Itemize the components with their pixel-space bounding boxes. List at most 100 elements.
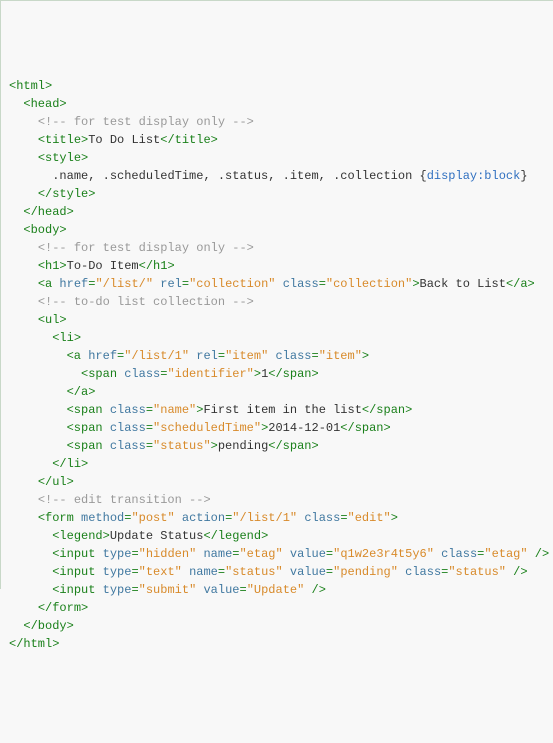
code-token: "edit" [348,511,391,525]
code-token: class [110,421,146,435]
code-line: <!-- for test display only --> [9,113,553,131]
code-line: <h1>To-Do Item</h1> [9,257,553,275]
code-token: "/list/1" [124,349,189,363]
code-token: "hidden" [139,547,197,561]
code-token: </head> [23,205,73,219]
code-token: = [131,547,138,561]
code-token: "collection" [326,277,412,291]
code-token: <input [52,547,102,561]
code-token: "submit" [139,583,197,597]
code-token: <li> [52,331,81,345]
code-token: /> [506,565,528,579]
code-line: <!-- to-do list collection --> [9,293,553,311]
code-token: class [304,511,340,525]
code-token: class [110,403,146,417]
code-line: <body> [9,221,553,239]
code-line: <html> [9,77,553,95]
code-token: </h1> [139,259,175,273]
code-token: name [189,565,218,579]
code-line: </ul> [9,473,553,491]
code-token: "identifier" [167,367,253,381]
code-token: <span [81,367,124,381]
code-token: type [103,583,132,597]
code-token: = [239,583,246,597]
code-line: </html> [9,635,553,653]
code-token: type [103,547,132,561]
code-token: </form> [38,601,88,615]
code-token: </title> [160,133,218,147]
code-token: "text" [139,565,182,579]
code-token: <ul> [38,313,67,327]
code-line: <head> [9,95,553,113]
code-token: method [81,511,124,525]
code-token [175,511,182,525]
code-token: = [218,565,225,579]
code-line: <style> [9,149,553,167]
code-token: <span [67,439,110,453]
code-line: </li> [9,455,553,473]
code-token: type [103,565,132,579]
code-token: <h1> [38,259,67,273]
code-token: pending [218,439,268,453]
code-line: <ul> [9,311,553,329]
code-line: </a> [9,383,553,401]
code-token: </li> [52,457,88,471]
code-token: <html> [9,79,52,93]
code-token: > [362,349,369,363]
code-line: <legend>Update Status</legend> [9,527,553,545]
code-token: = [146,439,153,453]
code-token: = [319,277,326,291]
code-line: </body> [9,617,553,635]
code-line: <a href="/list/1" rel="item" class="item… [9,347,553,365]
code-line: </head> [9,203,553,221]
code-token: </style> [38,187,96,201]
code-token: <a [67,349,89,363]
code-line: <!-- edit transition --> [9,491,553,509]
code-token: <!-- to-do list collection --> [38,295,254,309]
code-token: rel [160,277,182,291]
code-token: = [312,349,319,363]
code-token: <!-- edit transition --> [38,493,211,507]
code-token [283,565,290,579]
code-token [283,547,290,561]
code-token: > [254,367,261,381]
code-token: class [110,439,146,453]
code-token: </a> [506,277,535,291]
code-line: <title>To Do List</title> [9,131,553,149]
code-token: class [124,367,160,381]
code-token: </ul> [38,475,74,489]
code-token: "pending" [333,565,398,579]
code-token: = [146,421,153,435]
code-token: > [391,511,398,525]
code-token: </span> [340,421,390,435]
code-token: value [203,583,239,597]
code-line: <span class="status">pending</span> [9,437,553,455]
code-token: value [290,547,326,561]
code-token: </span> [268,367,318,381]
code-line: </style> [9,185,553,203]
code-token: <span [67,421,110,435]
code-token: </body> [23,619,73,633]
code-token: value [290,565,326,579]
code-token: "item" [225,349,268,363]
code-token: name [203,547,232,561]
code-token: <!-- for test display only --> [38,115,254,129]
code-token: action [182,511,225,525]
code-token: "status" [448,565,506,579]
code-line: <input type="text" name="status" value="… [9,563,553,581]
code-token: = [340,511,347,525]
code-block: <html> <head> <!-- for test display only… [9,77,553,653]
code-token: > [211,439,218,453]
code-line: .name, .scheduledTime, .status, .item, .… [9,167,553,185]
code-line: <span class="name">First item in the lis… [9,401,553,419]
code-token: class [405,565,441,579]
code-token: class [441,547,477,561]
code-token: </legend> [203,529,268,543]
code-token: Back to List [420,277,506,291]
code-token: "status" [153,439,211,453]
code-token: <legend> [52,529,110,543]
code-token: </html> [9,637,59,651]
code-token: "Update" [247,583,305,597]
code-line: <form method="post" action="/list/1" cla… [9,509,553,527]
code-token: href [59,277,88,291]
